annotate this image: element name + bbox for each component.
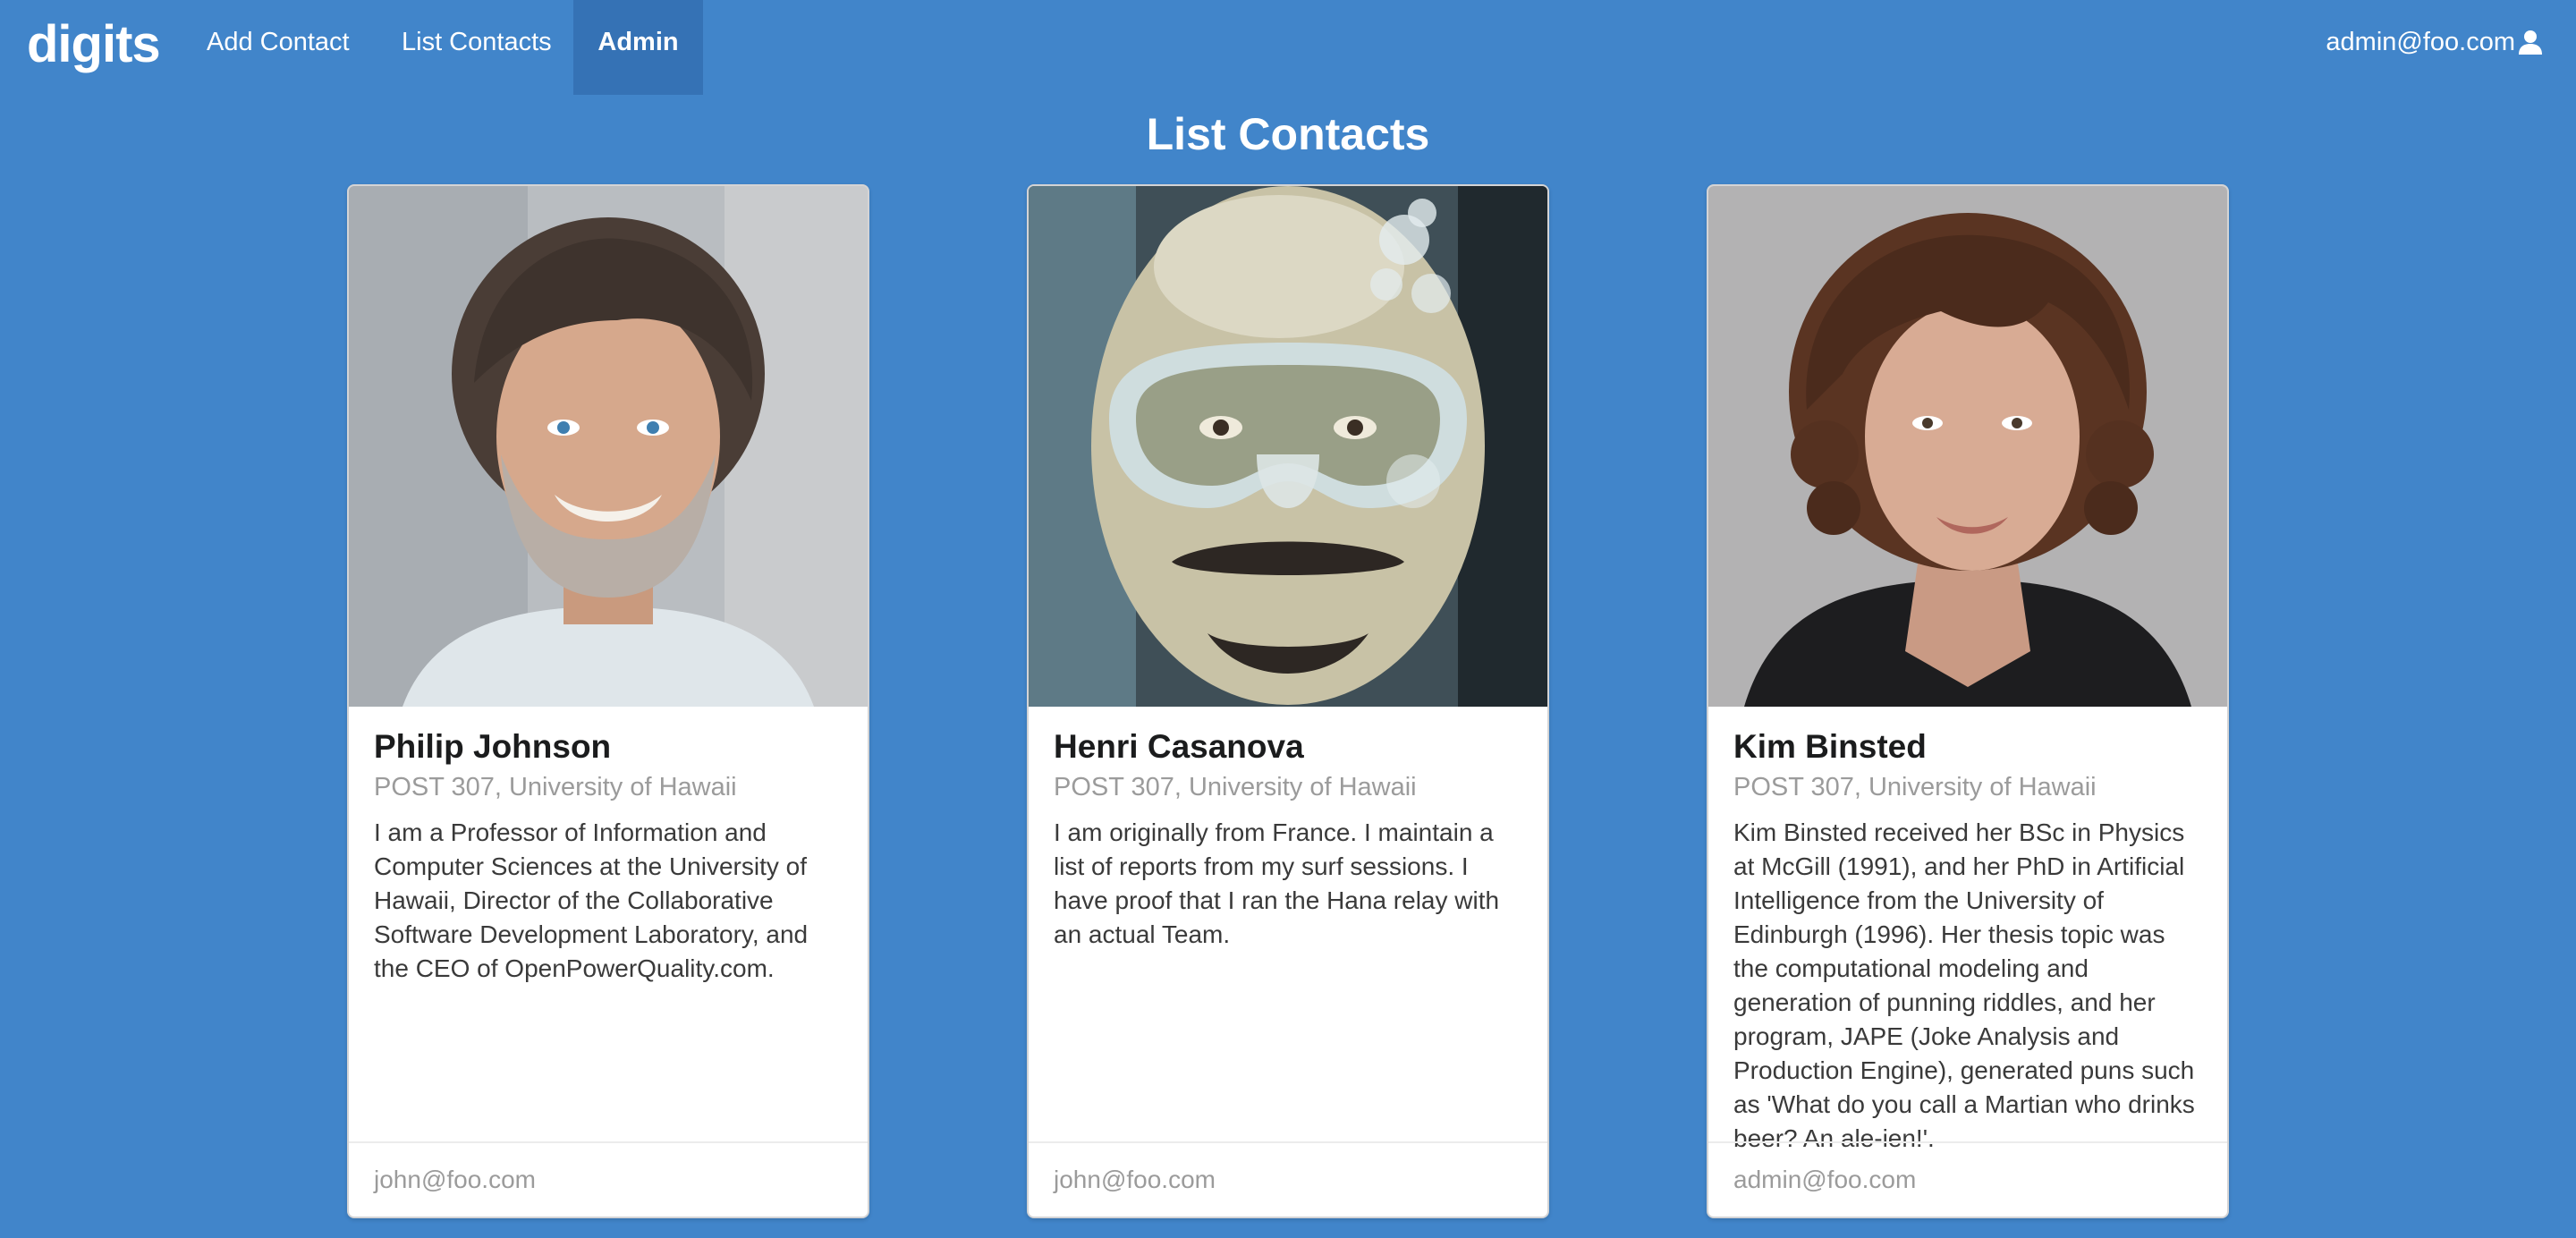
page-title: List Contacts [1146, 109, 1430, 159]
contact-owner: john@foo.com [1029, 1141, 1547, 1217]
contact-owner: john@foo.com [349, 1141, 868, 1217]
contact-name: Philip Johnson [374, 728, 612, 765]
user-menu[interactable]: admin@foo.com [2326, 0, 2544, 84]
brand-logo[interactable]: digits [27, 9, 161, 81]
user-icon [2517, 29, 2544, 55]
contact-description: I am originally from France. I maintain … [1054, 818, 1500, 948]
contact-address: POST 307, University of Hawaii [374, 773, 737, 801]
user-email: admin@foo.com [2326, 27, 2515, 56]
contact-name: Kim Binsted [1733, 728, 1927, 765]
contact-name: Henri Casanova [1054, 728, 1304, 765]
contact-photo [349, 186, 868, 707]
contact-card: Philip Johnson POST 307, University of H… [347, 184, 869, 1218]
contact-photo [1029, 186, 1547, 707]
nav-add-contact[interactable]: Add Contact [177, 0, 379, 95]
contact-content: Kim Binsted POST 307, University of Hawa… [1708, 707, 2227, 1156]
contact-content: Philip Johnson POST 307, University of H… [349, 707, 868, 986]
contact-address: POST 307, University of Hawaii [1054, 773, 1417, 801]
contact-address: POST 307, University of Hawaii [1733, 773, 2097, 801]
top-navbar: digits Add Contact List Contacts Admin a… [0, 0, 2576, 95]
contact-owner: admin@foo.com [1708, 1141, 2227, 1217]
contact-description: I am a Professor of Information and Comp… [374, 818, 809, 982]
contact-description: Kim Binsted received her BSc in Physics … [1733, 818, 2195, 1152]
contact-content: Henri Casanova POST 307, University of H… [1029, 707, 1547, 952]
contact-card: Henri Casanova POST 307, University of H… [1027, 184, 1549, 1218]
contact-card: Kim Binsted POST 307, University of Hawa… [1707, 184, 2229, 1218]
nav-admin[interactable]: Admin [573, 0, 703, 95]
nav-list-contacts[interactable]: List Contacts [372, 0, 581, 95]
contact-photo [1708, 186, 2227, 707]
